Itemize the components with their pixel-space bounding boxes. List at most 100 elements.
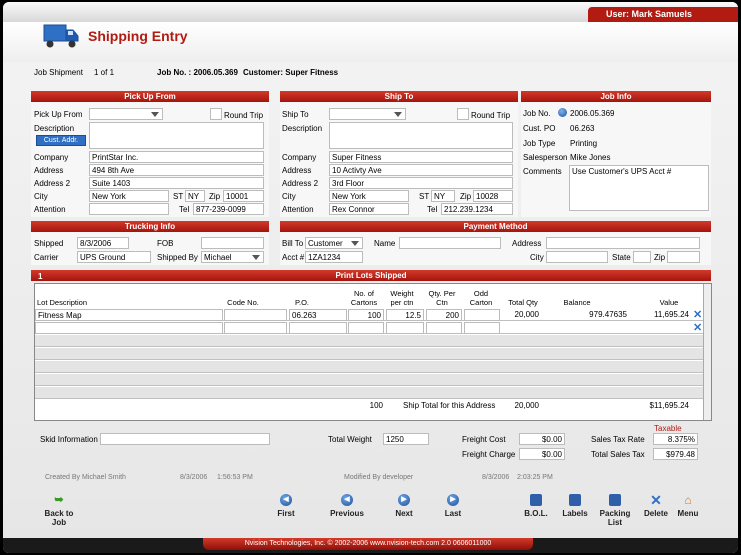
job-shipment-label: Job Shipment [34,68,83,77]
trucking-carrier-input[interactable]: UPS Ground [77,251,151,263]
printer-icon [569,494,581,506]
next-button[interactable]: ▶ Next [389,494,419,518]
job-customer: Customer: Super Fitness [243,68,339,77]
row1-desc[interactable]: Fitness Map [35,309,223,321]
freight-cost-input[interactable]: $0.00 [519,433,565,445]
shipto-address2-label: Address 2 [282,179,319,188]
pickup-description-input[interactable] [89,122,264,149]
jobinfo-custpo-value: 06.263 [570,124,595,133]
payment-address-label: Address [512,239,542,248]
col-odd-carton: Odd Carton [469,289,493,307]
shipto-description-input[interactable] [329,122,513,149]
job-shipment-value: 1 of 1 [94,68,115,77]
row1-odd[interactable] [464,309,500,321]
shipto-round-trip-checkbox[interactable] [457,108,469,120]
delete-row-icon[interactable]: ✕ [693,310,702,321]
payment-state-label: State [612,253,631,262]
shipto-company-label: Company [282,153,317,162]
freight-charge-input[interactable]: $0.00 [519,448,565,460]
total-weight-label: Total Weight [328,435,372,444]
row1-cartons[interactable]: 100 [348,309,384,321]
row1-weight[interactable]: 12.5 [386,309,424,321]
pickup-city-input[interactable]: New York [89,190,169,202]
first-button[interactable]: ◀ First [271,494,301,518]
shipto-attention-input[interactable]: Rex Connor [329,203,409,215]
labels-button[interactable]: Labels [558,494,592,518]
table-row[interactable]: Fitness Map 06.263 100 12.5 200 20,000 9… [35,309,705,321]
bol-label: B.O.L. [524,509,548,518]
row2-odd[interactable] [464,322,500,334]
shipto-select[interactable] [329,108,406,120]
shipto-zip-input[interactable]: 10028 [473,190,513,202]
bol-button[interactable]: B.O.L. [521,494,551,518]
pickup-st-input[interactable]: NY [185,190,205,202]
shipto-city-input[interactable]: New York [329,190,409,202]
jobinfo-comments-textarea[interactable]: Use Customer's UPS Acct # [569,165,709,211]
pickup-attention-input[interactable] [89,203,169,215]
delete-row-icon[interactable]: ✕ [693,323,702,334]
labels-label: Labels [562,509,588,518]
trucking-shipped-input[interactable]: 8/3/2006 [77,237,129,249]
skid-input[interactable] [100,433,270,445]
row2-po[interactable] [289,322,347,334]
menu-label: Menu [677,509,699,518]
menu-button[interactable]: ⌂ Menu [673,494,703,518]
last-button[interactable]: ▶ Last [438,494,468,518]
row2-qty[interactable] [426,322,462,334]
truck-icon [43,24,79,48]
shipto-heading: Ship To [280,91,518,102]
pickup-from-select[interactable] [89,108,163,120]
pickup-zip-input[interactable]: 10001 [223,190,264,202]
previous-button[interactable]: ◀ Previous [325,494,369,518]
shipto-company-input[interactable]: Super Fitness [329,151,513,163]
tax-rate-input[interactable]: 8.375% [653,433,698,445]
cust-addr-button[interactable]: Cust. Addr. [36,135,86,146]
trucking-fob-input[interactable] [201,237,264,249]
col-code-no: Code No. [227,298,259,307]
pickup-company-input[interactable]: PrintStar Inc. [89,151,264,163]
payment-city-input[interactable] [546,251,608,263]
payment-billto-select[interactable]: Customer [305,237,363,249]
total-weight-input[interactable]: 1250 [383,433,429,445]
pickup-tel-input[interactable]: 877-239-0099 [193,203,264,215]
row2-code[interactable] [224,322,287,334]
shipto-zip-label: Zip [460,192,472,201]
shipto-address-input[interactable]: 10 Activty Ave [329,164,513,176]
payment-name-label: Name [374,239,396,248]
delete-button[interactable]: ✕ Delete [639,493,673,518]
trucking-shippedby-select[interactable]: Michael [201,251,264,263]
pickup-address-input[interactable]: 494 8th Ave [89,164,264,176]
payment-zip-input[interactable] [667,251,700,263]
globe-icon[interactable] [558,108,567,117]
trucking-fob-label: FOB [157,239,174,248]
lots-grid: Lot Description Code No. P.O. No. of Car… [34,283,712,421]
payment-name-input[interactable] [399,237,501,249]
row1-po[interactable]: 06.263 [289,309,347,321]
last-icon: ▶ [447,494,459,506]
payment-acct-input[interactable]: 1ZA1234 [305,251,363,263]
pickup-address2-input[interactable]: Suite 1403 [89,177,264,189]
trucking-heading: Trucking Info [31,221,269,232]
row2-weight[interactable] [386,322,424,334]
tax-total-input[interactable]: $979.48 [653,448,698,460]
pickup-round-trip-checkbox[interactable] [210,108,222,120]
packing-list-button[interactable]: Packing List [595,494,635,527]
shipto-address2-input[interactable]: 3rd Floor [329,177,513,189]
table-row[interactable]: ✕ [35,322,705,334]
payment-address-input[interactable] [546,237,700,249]
row1-balance: 979.47635 [589,310,627,319]
row2-cartons[interactable] [348,322,384,334]
printer-icon [530,494,542,506]
shipto-st-input[interactable]: NY [431,190,455,202]
modified-time: 2:03:25 PM [517,474,553,481]
jobinfo-jobno-value: 2006.05.369 [570,109,615,118]
row2-desc[interactable] [35,322,223,334]
row1-code[interactable] [224,309,287,321]
back-to-job-button[interactable]: ➥ Back to Job [41,494,77,527]
shipto-tel-input[interactable]: 212.239.1234 [441,203,513,215]
row1-qty[interactable]: 200 [426,309,462,321]
page-title: Shipping Entry [88,28,188,44]
payment-state-input[interactable] [633,251,651,263]
grid-scrollbar[interactable] [703,284,711,420]
jobinfo-salesperson-value: Mike Jones [570,153,611,162]
